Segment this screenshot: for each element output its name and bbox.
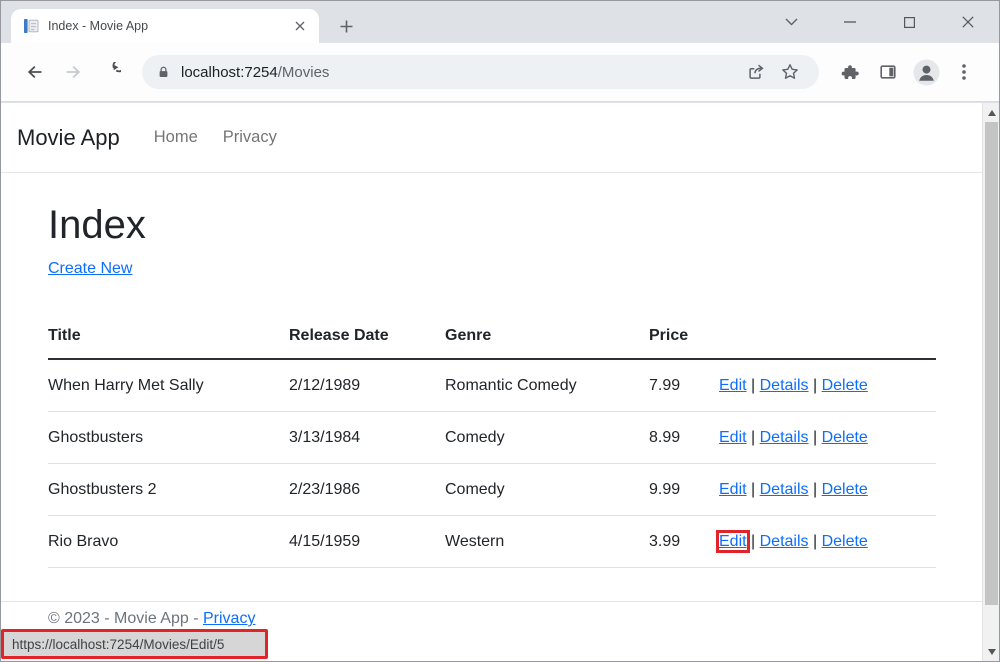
profile-avatar-icon[interactable] <box>907 53 945 91</box>
extensions-puzzle-icon[interactable] <box>831 53 869 91</box>
title-cell: Ghostbusters 2 <box>48 464 289 516</box>
actions-cell: Edit | Details | Delete <box>719 464 936 516</box>
new-tab-button[interactable] <box>335 15 357 37</box>
action-separator: | <box>747 481 760 498</box>
details-link[interactable]: Details <box>760 429 809 446</box>
action-separator: | <box>747 377 760 394</box>
address-bar[interactable]: localhost:7254/Movies <box>142 55 819 89</box>
tab-close-icon[interactable] <box>291 17 309 35</box>
create-new-link[interactable]: Create New <box>48 257 132 281</box>
title-cell: When Harry Met Sally <box>48 359 289 412</box>
minimize-button[interactable] <box>827 7 873 37</box>
brand-link[interactable]: Movie App <box>17 125 120 151</box>
browser-window: Index - Movie App <box>0 0 1000 662</box>
browser-toolbar: localhost:7254/Movies <box>1 43 999 102</box>
details-link[interactable]: Details <box>760 481 809 498</box>
forward-button[interactable] <box>54 53 92 91</box>
genre-cell: Romantic Comedy <box>445 359 649 412</box>
status-bubble-annotation: https://localhost:7254/Movies/Edit/5 <box>1 629 268 659</box>
action-separator: | <box>809 533 822 550</box>
browser-menu-kebab-icon[interactable] <box>945 53 983 91</box>
price-cell: 8.99 <box>649 412 719 464</box>
edit-link[interactable]: Edit <box>719 481 747 498</box>
release-date-cell: 2/12/1989 <box>289 359 445 412</box>
movies-table: TitleRelease DateGenrePrice When Harry M… <box>48 317 936 568</box>
table-row: Ghostbusters 3/13/1984 Comedy 8.99 Edit … <box>48 412 936 464</box>
close-window-button[interactable] <box>945 7 991 37</box>
bookmark-star-icon[interactable] <box>773 55 807 89</box>
column-header: Genre <box>445 317 649 359</box>
footer-privacy-link[interactable]: Privacy <box>203 610 255 627</box>
actions-cell: Edit | Details | Delete <box>719 412 936 464</box>
toolbar-right-icons <box>831 53 983 91</box>
share-icon[interactable] <box>739 55 773 89</box>
delete-link[interactable]: Delete <box>822 377 868 394</box>
price-cell: 3.99 <box>649 516 719 568</box>
scroll-up-arrow-icon[interactable] <box>983 104 1000 121</box>
price-cell: 9.99 <box>649 464 719 516</box>
status-url-text: https://localhost:7254/Movies/Edit/5 <box>12 637 224 652</box>
price-cell: 7.99 <box>649 359 719 412</box>
details-link[interactable]: Details <box>760 377 809 394</box>
action-separator: | <box>747 429 760 446</box>
edit-link[interactable]: Edit <box>719 429 747 446</box>
actions-cell: Edit | Details | Delete <box>719 359 936 412</box>
url-path: /Movies <box>278 64 330 81</box>
delete-link[interactable]: Delete <box>822 481 868 498</box>
release-date-cell: 3/13/1984 <box>289 412 445 464</box>
reload-button[interactable] <box>92 53 130 91</box>
nav-link-home[interactable]: Home <box>154 128 198 147</box>
delete-link[interactable]: Delete <box>822 429 868 446</box>
column-header: Title <box>48 317 289 359</box>
maximize-button[interactable] <box>886 7 932 37</box>
page-favicon-icon <box>23 18 39 34</box>
url-text: localhost:7254/Movies <box>181 64 329 81</box>
scroll-down-arrow-icon[interactable] <box>983 643 1000 660</box>
window-caption-buttons <box>768 1 991 43</box>
actions-cell: Edit | Details | Delete <box>719 516 936 568</box>
genre-cell: Comedy <box>445 412 649 464</box>
edit-link[interactable]: Edit <box>719 377 747 394</box>
table-row: When Harry Met Sally 2/12/1989 Romantic … <box>48 359 936 412</box>
browser-tab[interactable]: Index - Movie App <box>11 9 319 43</box>
delete-link[interactable]: Delete <box>822 533 868 550</box>
genre-cell: Comedy <box>445 464 649 516</box>
table-row: Rio Bravo 4/15/1959 Western 3.99 Edit | … <box>48 516 936 568</box>
tab-strip: Index - Movie App <box>1 1 999 43</box>
column-header: Price <box>649 317 719 359</box>
main-content: Index Create New TitleRelease DateGenreP… <box>48 201 936 568</box>
release-date-cell: 2/23/1986 <box>289 464 445 516</box>
action-separator: | <box>747 533 760 550</box>
footer-text: © 2023 - Movie App - <box>48 610 203 627</box>
details-link[interactable]: Details <box>760 533 809 550</box>
nav-link-privacy[interactable]: Privacy <box>223 128 277 147</box>
edit-link[interactable]: Edit <box>719 533 747 550</box>
page-viewport: Movie App Home Privacy Index Create New … <box>1 103 999 661</box>
lock-icon[interactable] <box>156 64 171 80</box>
tab-title: Index - Movie App <box>48 19 291 33</box>
action-separator: | <box>809 429 822 446</box>
action-separator: | <box>809 377 822 394</box>
site-navbar: Movie App Home Privacy <box>1 103 982 173</box>
tab-search-chevron-icon[interactable] <box>768 7 814 37</box>
title-cell: Rio Bravo <box>48 516 289 568</box>
column-header <box>719 317 936 359</box>
title-cell: Ghostbusters <box>48 412 289 464</box>
release-date-cell: 4/15/1959 <box>289 516 445 568</box>
web-page: Movie App Home Privacy Index Create New … <box>1 103 982 661</box>
back-button[interactable] <box>16 53 54 91</box>
movies-table-body: When Harry Met Sally 2/12/1989 Romantic … <box>48 359 936 568</box>
genre-cell: Western <box>445 516 649 568</box>
action-separator: | <box>809 481 822 498</box>
vertical-scrollbar[interactable] <box>982 103 999 661</box>
side-panel-icon[interactable] <box>869 53 907 91</box>
scrollbar-thumb[interactable] <box>985 122 998 605</box>
page-title: Index <box>48 201 936 249</box>
movies-table-header-row: TitleRelease DateGenrePrice <box>48 317 936 359</box>
column-header: Release Date <box>289 317 445 359</box>
url-host: localhost:7254 <box>181 64 278 81</box>
table-row: Ghostbusters 2 2/23/1986 Comedy 9.99 Edi… <box>48 464 936 516</box>
